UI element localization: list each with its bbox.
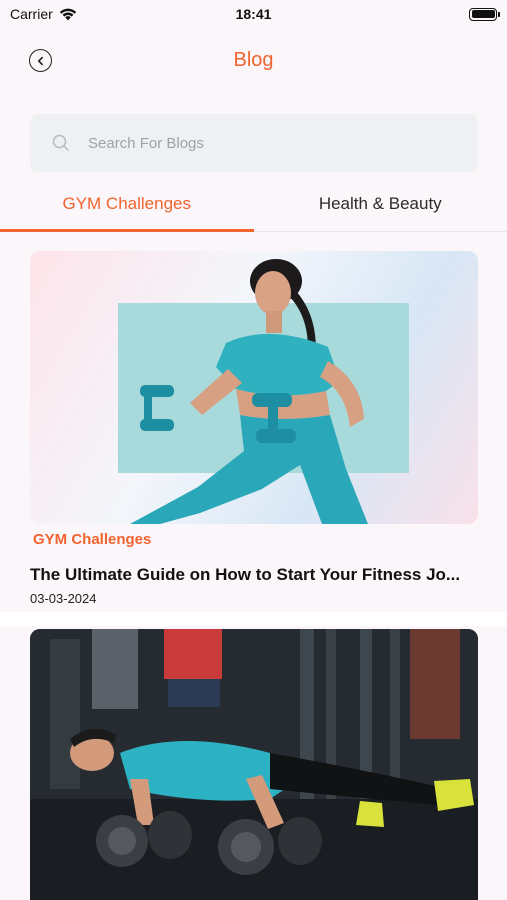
chevron-left-icon: [37, 56, 43, 65]
blog-screen: Carrier 18:41 Blog Search For Blogs GYM …: [0, 0, 507, 900]
post-date: 03-03-2024: [30, 591, 97, 606]
post-category: GYM Challenges: [33, 531, 152, 548]
post-image-woman-dumbbells[interactable]: [30, 251, 478, 524]
battery-icon: [469, 7, 500, 21]
card-separator: [0, 612, 507, 626]
tab-label: GYM Challenges: [62, 193, 191, 213]
battery-level: [471, 10, 495, 18]
status-bar: Carrier 18:41: [0, 0, 507, 28]
category-tabs: GYM Challenges Health & Beauty: [0, 176, 507, 232]
back-button[interactable]: [29, 49, 52, 72]
wifi-icon: [59, 8, 77, 21]
page-title: Blog: [233, 48, 274, 71]
search-icon: [52, 134, 69, 151]
post-image-man-pushup[interactable]: [30, 629, 478, 900]
post-title[interactable]: The Ultimate Guide on How to Start Your …: [30, 565, 478, 585]
header: Blog: [0, 36, 507, 84]
search-input[interactable]: [88, 134, 428, 152]
tab-health-beauty[interactable]: Health & Beauty: [254, 176, 507, 231]
tab-gym-challenges[interactable]: GYM Challenges: [0, 176, 254, 232]
woman-with-dumbbells-illustration: [130, 259, 368, 524]
search-bar[interactable]: [30, 114, 478, 172]
tab-label: Health & Beauty: [318, 193, 442, 213]
man-pushup-illustration: [30, 629, 478, 900]
carrier-label: Carrier: [10, 6, 53, 22]
status-left: Carrier: [10, 6, 77, 22]
